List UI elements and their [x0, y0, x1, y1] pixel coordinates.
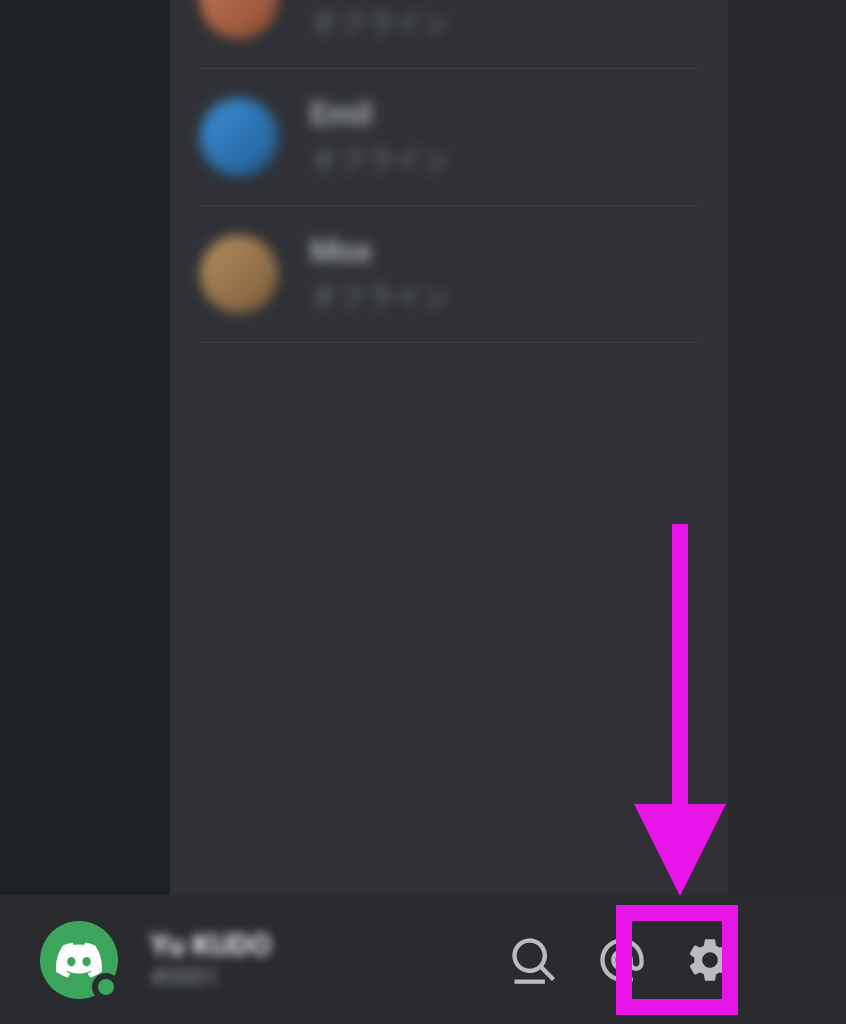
dm-username: Emil [310, 95, 450, 133]
dm-item[interactable]: User オフライン [170, 0, 728, 60]
settings-button[interactable] [682, 932, 738, 988]
current-username: Yu KUDO [150, 928, 271, 963]
dm-status: オフライン [310, 276, 450, 316]
user-avatar-wrap[interactable] [40, 921, 118, 999]
list-divider [200, 205, 698, 206]
online-status-dot [92, 973, 120, 1001]
dm-avatar [200, 98, 278, 176]
at-icon [596, 934, 648, 986]
search-button[interactable] [506, 932, 562, 988]
dm-list-panel[interactable]: User オフライン Emil オフライン Mox オフライン [170, 0, 728, 895]
dm-avatar [200, 0, 278, 39]
list-divider [200, 342, 698, 343]
dm-status: オフライン [310, 2, 450, 42]
dm-item[interactable]: Mox オフライン [170, 214, 728, 334]
current-user-tag: #0001 [150, 963, 271, 991]
user-toolbar [506, 895, 738, 1024]
server-rail [0, 0, 170, 895]
dm-status: オフライン [310, 139, 450, 179]
main-content-peek [728, 0, 846, 895]
dm-item[interactable]: Emil オフライン [170, 77, 728, 197]
user-info[interactable]: Yu KUDO #0001 [150, 928, 271, 991]
mentions-button[interactable] [594, 932, 650, 988]
gear-icon [684, 934, 736, 986]
dm-username: Mox [310, 232, 450, 270]
list-divider [200, 68, 698, 69]
user-panel: Yu KUDO #0001 [0, 895, 846, 1024]
dm-avatar [200, 235, 278, 313]
search-icon [508, 934, 560, 986]
